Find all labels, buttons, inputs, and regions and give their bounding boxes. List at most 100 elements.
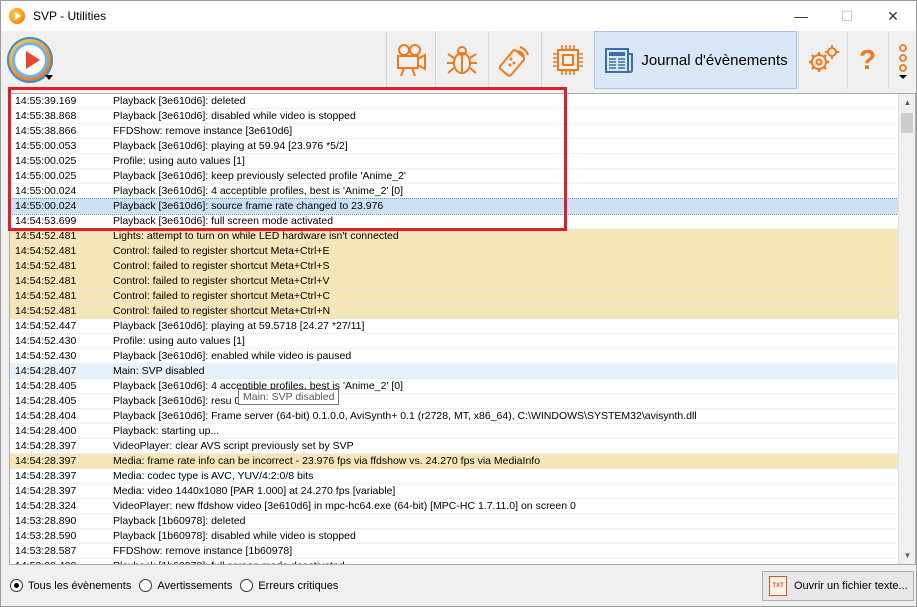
- log-row[interactable]: 14:54:52.481 Control: failed to register …: [10, 274, 898, 289]
- event-filter-group: Tous les évènements Avertissements Erreu…: [10, 579, 346, 592]
- log-message: Lights: attempt to turn on while LED har…: [113, 230, 399, 242]
- log-time: 14:54:52.481: [15, 275, 77, 287]
- maximize-button[interactable]: ☐: [824, 1, 870, 31]
- log-row[interactable]: 14:53:28.590 Playback [1b60978]: disabled…: [10, 529, 898, 544]
- log-message: Playback: starting up...: [113, 425, 220, 437]
- more-menu-button[interactable]: [888, 31, 916, 89]
- window-controls: — ☐ ✕: [778, 1, 916, 31]
- log-row[interactable]: 14:55:00.025 Playback [3e610d6]: keep pre…: [10, 169, 898, 184]
- tab-debug[interactable]: [435, 31, 487, 89]
- log-time: 14:53:08.408: [15, 559, 76, 564]
- help-button[interactable]: ?: [847, 31, 887, 89]
- log-message: Playback [3e610d6]: full screen mode act…: [113, 215, 334, 227]
- log-row[interactable]: 14:54:28.404 Playback [3e610d6]: Frame se…: [10, 409, 898, 424]
- log-row[interactable]: 14:53:28.587 FFDShow: remove instance [1b…: [10, 544, 898, 559]
- scroll-down-arrow-icon[interactable]: ▼: [899, 547, 915, 564]
- log-time: 14:54:28.404: [15, 410, 77, 422]
- log-row[interactable]: 14:54:52.430 Profile: using auto values […: [10, 334, 898, 349]
- log-row[interactable]: 14:54:53.699 Playback [3e610d6]: full scr…: [10, 214, 898, 229]
- log-time: 14:55:00.053: [15, 140, 77, 152]
- log-row[interactable]: 14:54:28.397 VideoPlayer: clear AVS scrip…: [10, 439, 898, 454]
- log-message: Control: failed to register shortcut Met…: [113, 290, 331, 302]
- log-message: Control: failed to register shortcut Met…: [113, 305, 331, 317]
- open-text-file-button[interactable]: TXT Ouvrir un fichier texte...: [762, 571, 914, 601]
- log-time: 14:54:52.447: [15, 320, 77, 332]
- log-message: Playback [3e610d6]: 4 acceptible profile…: [113, 185, 404, 197]
- log-row[interactable]: 14:55:38.868 Playback [3e610d6]: disabled…: [10, 109, 898, 124]
- log-row[interactable]: 14:53:28.890 Playback [1b60978]: deleted: [10, 514, 898, 529]
- log-row[interactable]: 14:54:28.397 Media: video 1440x1080 [PAR …: [10, 484, 898, 499]
- tab-video-profiles[interactable]: [386, 31, 434, 89]
- close-button[interactable]: ✕: [870, 1, 916, 31]
- log-row[interactable]: 14:55:00.025 Profile: using auto values […: [10, 154, 898, 169]
- log-time: 14:55:00.025: [15, 170, 77, 182]
- log-time: 14:54:28.405: [15, 380, 77, 392]
- vertical-scrollbar[interactable]: ▲ ▼: [898, 94, 915, 564]
- tab-remote-control[interactable]: [488, 31, 540, 89]
- log-message: Playback [3e610d6]: playing at 59.5718 […: [113, 320, 365, 332]
- log-row[interactable]: 14:54:52.481 Control: failed to register …: [10, 259, 898, 274]
- log-row[interactable]: 14:54:52.430 Playback [3e610d6]: enabled …: [10, 349, 898, 364]
- log-row[interactable]: 14:54:28.397 Media: codec type is AVC, YU…: [10, 469, 898, 484]
- radio-button-icon: [10, 579, 23, 592]
- log-row[interactable]: 14:54:28.324 VideoPlayer: new ffdshow vid…: [10, 499, 898, 514]
- log-message: Media: codec type is AVC, YUV/4:2:0/8 bi…: [113, 470, 314, 482]
- log-row[interactable]: 14:55:00.024 Playback [3e610d6]: source f…: [10, 198, 899, 215]
- log-time: 14:54:52.481: [15, 290, 77, 302]
- log-time: 14:55:00.024: [15, 200, 77, 212]
- event-log-tab-label: Journal d'évènements: [641, 51, 788, 69]
- log-row[interactable]: 14:54:52.481 Control: failed to register …: [10, 244, 898, 259]
- log-row[interactable]: 14:55:00.024 Playback [3e610d6]: 4 accept…: [10, 184, 898, 199]
- log-time: 14:54:52.430: [15, 335, 77, 347]
- log-time: 14:55:38.866: [15, 125, 77, 137]
- log-message: Playback [3e610d6]: Frame server (64-bit…: [113, 410, 697, 422]
- svp-logo-menu-button[interactable]: [5, 35, 55, 85]
- log-row[interactable]: 14:54:28.407 Main: SVP disabled: [10, 364, 898, 379]
- log-row[interactable]: 14:53:08.408 Playback [1b60978]: full scr…: [10, 559, 898, 564]
- log-message: Playback [3e610d6]: disabled while video…: [113, 110, 356, 122]
- log-row[interactable]: 14:54:52.481 Control: failed to register …: [10, 289, 898, 304]
- filter-warnings[interactable]: Avertissements: [139, 579, 232, 592]
- log-message: Control: failed to register shortcut Met…: [113, 275, 330, 287]
- log-message: FFDShow: remove instance [1b60978]: [113, 545, 293, 557]
- log-row[interactable]: 14:55:38.866 FFDShow: remove instance [3e…: [10, 124, 898, 139]
- tab-event-log[interactable]: Journal d'évènements: [594, 31, 797, 89]
- log-message: Control: failed to register shortcut Met…: [113, 260, 330, 272]
- main-toolbar: Journal d'évènements ?: [1, 31, 916, 89]
- log-time: 14:54:28.405: [15, 395, 77, 407]
- tab-hardware[interactable]: [541, 31, 593, 89]
- log-time: 14:55:00.024: [15, 185, 77, 197]
- event-log-rows: 14:55:39.169 Playback [3e610d6]: deleted 1…: [10, 94, 899, 564]
- more-icon: [898, 44, 907, 79]
- log-row[interactable]: 14:54:28.405 Playback [3e610d6]: 4 accept…: [10, 379, 898, 394]
- bottom-bar: Tous les évènements Avertissements Erreu…: [1, 567, 916, 606]
- window-title: SVP - Utilities: [33, 9, 107, 23]
- tab-settings[interactable]: [798, 31, 846, 89]
- log-message: FFDShow: remove instance [3e610d6]: [113, 125, 293, 137]
- log-row[interactable]: 14:54:28.405 Playback [3e610d6]: resu 0x1…: [10, 394, 898, 409]
- log-message: Playback [3e610d6]: deleted: [113, 95, 246, 107]
- log-message: Profile: using auto values [1]: [113, 335, 245, 347]
- minimize-button[interactable]: —: [778, 1, 824, 31]
- log-time: 14:54:28.400: [15, 425, 77, 437]
- log-time: 14:54:28.397: [15, 470, 77, 482]
- event-log-list[interactable]: 14:55:39.169 Playback [3e610d6]: deleted 1…: [9, 93, 916, 565]
- log-row[interactable]: 14:54:52.481 Control: failed to register …: [10, 304, 898, 319]
- log-message: Main: SVP disabled: [113, 365, 205, 377]
- scrollbar-thumb[interactable]: [901, 113, 913, 133]
- log-row[interactable]: 14:54:28.397 Media: frame rate info can b…: [10, 454, 898, 469]
- log-row[interactable]: 14:54:52.447 Playback [3e610d6]: playing …: [10, 319, 898, 334]
- filter-critical-errors[interactable]: Erreurs critiques: [240, 579, 338, 592]
- log-time: 14:53:28.590: [15, 530, 77, 542]
- log-row[interactable]: 14:55:00.053 Playback [3e610d6]: playing …: [10, 139, 898, 154]
- log-message: Playback [1b60978]: deleted: [113, 515, 246, 527]
- tooltip: Main: SVP disabled: [238, 389, 340, 405]
- scroll-up-arrow-icon[interactable]: ▲: [899, 94, 915, 111]
- log-message: Control: failed to register shortcut Met…: [113, 245, 330, 257]
- log-row[interactable]: 14:55:39.169 Playback [3e610d6]: deleted: [10, 94, 898, 109]
- radio-button-icon: [240, 579, 254, 592]
- filter-all-events[interactable]: Tous les évènements: [10, 579, 131, 592]
- log-row[interactable]: 14:54:28.400 Playback: starting up...: [10, 424, 898, 439]
- log-message: Playback [1b60978]: disabled while video…: [113, 530, 356, 542]
- log-row[interactable]: 14:54:52.481 Lights: attempt to turn on w…: [10, 229, 898, 244]
